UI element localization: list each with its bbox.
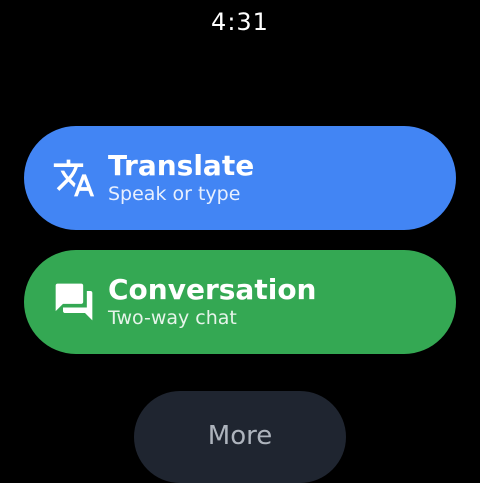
clock-time: 4:31: [211, 8, 269, 36]
more-button[interactable]: More: [134, 391, 346, 483]
translate-subtitle: Speak or type: [108, 183, 241, 205]
conversation-title: Conversation: [108, 273, 317, 306]
translate-title: Translate: [108, 149, 255, 182]
conversation-subtitle: Two-way chat: [108, 307, 237, 329]
translate-icon: [50, 154, 98, 202]
more-label: More: [207, 421, 273, 451]
conversation-button[interactable]: Conversation Two-way chat: [24, 250, 456, 354]
translate-button[interactable]: Translate Speak or type: [24, 126, 456, 230]
chat-bubbles-icon: [50, 278, 98, 326]
